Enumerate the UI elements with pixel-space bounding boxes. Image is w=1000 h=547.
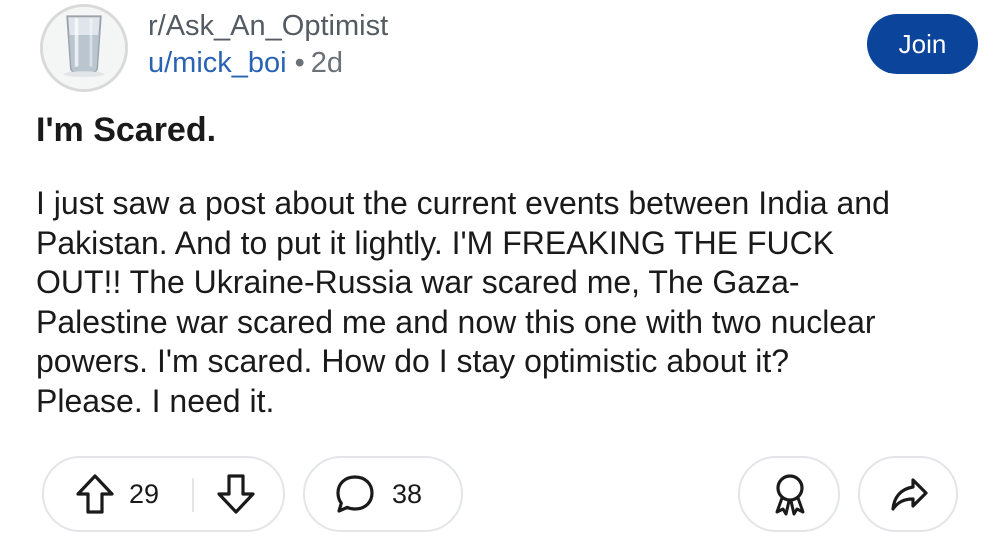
- downvote-arrow-icon[interactable]: [216, 473, 256, 515]
- award-icon: [771, 472, 809, 516]
- post-body: I just saw a post about the current even…: [36, 184, 986, 421]
- post-byline: u/mick_boi • 2d: [148, 45, 343, 81]
- vote-count: 29: [129, 479, 160, 509]
- vote-control: 29: [42, 456, 285, 532]
- subreddit-avatar[interactable]: [40, 4, 128, 92]
- post-body-line: Palestine war scared me and now this one…: [36, 303, 876, 340]
- post-body-line: OUT!! The Ukraine-Russia war scared me, …: [36, 264, 800, 300]
- byline-separator: •: [294, 47, 305, 79]
- post-body-line: powers. I'm scared. How do I stay optimi…: [36, 343, 790, 379]
- share-button[interactable]: [858, 456, 958, 532]
- post-body-line: I just saw a post about the current even…: [36, 185, 890, 221]
- join-button[interactable]: Join: [867, 14, 978, 74]
- upvote-arrow-icon[interactable]: [75, 473, 115, 515]
- post-age: 2d: [310, 47, 344, 79]
- comment-bubble-icon: [335, 473, 375, 515]
- vote-divider: [192, 478, 194, 512]
- post-body-line: Please. I need it.: [36, 382, 275, 419]
- water-glass-icon: [43, 7, 125, 89]
- award-button[interactable]: [738, 456, 840, 532]
- subreddit-name[interactable]: r/Ask_An_Optimist: [148, 8, 388, 44]
- post-title: I'm Scared.: [36, 111, 217, 149]
- post-body-line: Pakistan. And to put it lightly. I'M FRE…: [36, 224, 835, 261]
- author-username[interactable]: u/mick_boi: [148, 47, 287, 79]
- comments-button[interactable]: 38: [303, 456, 463, 532]
- comment-count: 38: [392, 479, 423, 509]
- share-arrow-icon: [889, 474, 929, 514]
